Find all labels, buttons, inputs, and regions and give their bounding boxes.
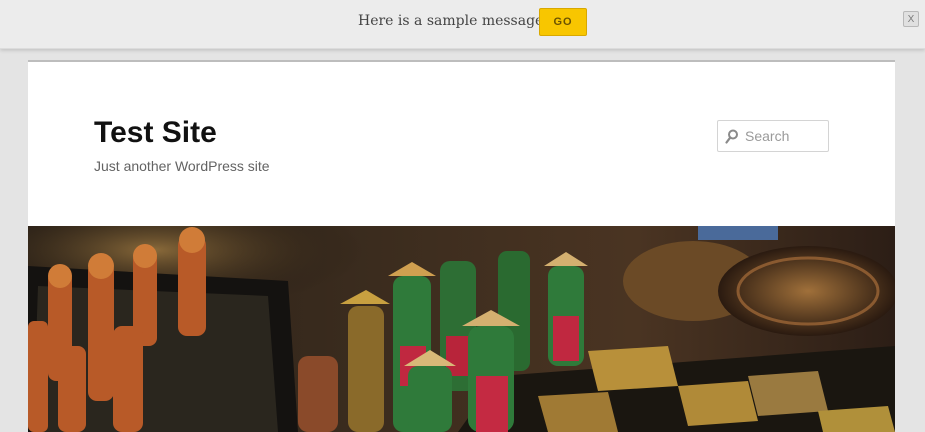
notification-message: Here is a sample message. <box>358 13 548 29</box>
go-button[interactable]: GO <box>539 8 587 36</box>
site-description: Just another WordPress site <box>94 158 270 174</box>
header-image <box>28 226 895 432</box>
chess-photo-icon <box>28 226 895 432</box>
site-title[interactable]: Test Site <box>94 116 217 150</box>
search-input[interactable] <box>745 121 825 151</box>
search-box[interactable] <box>717 120 829 152</box>
close-button[interactable]: X <box>903 11 919 27</box>
page-container: Test Site Just another WordPress site <box>28 60 895 432</box>
notification-bar: Here is a sample message. GO X <box>0 0 925 49</box>
search-icon <box>725 129 738 144</box>
